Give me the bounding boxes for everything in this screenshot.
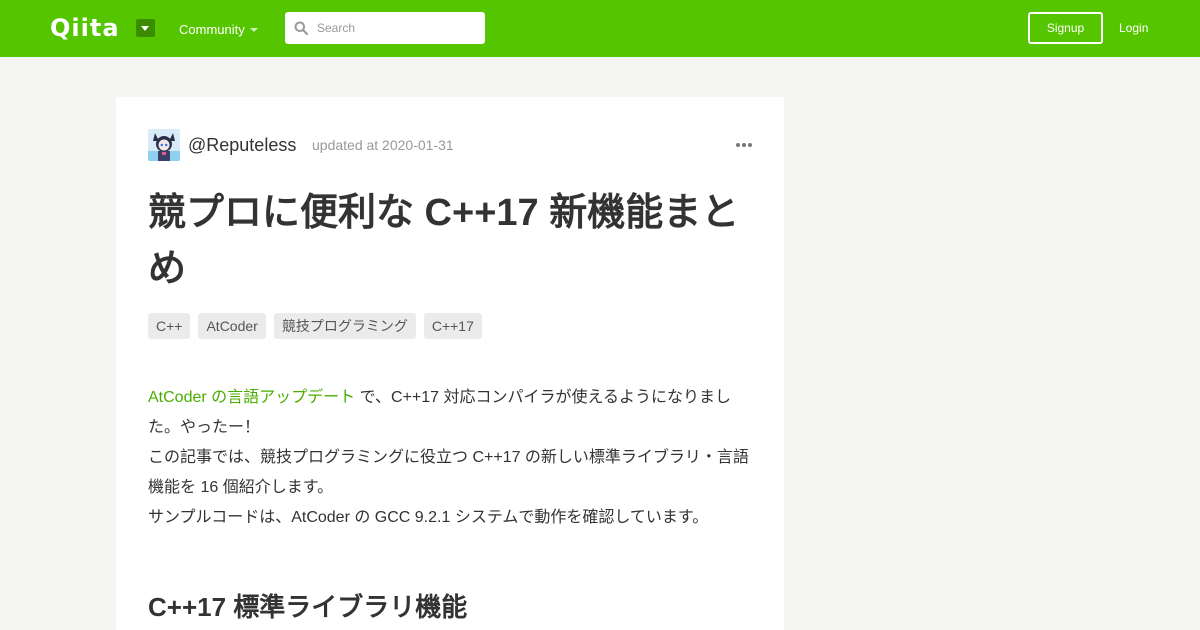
updated-date: updated at 2020-01-31 [312,137,454,153]
tag-competitive-programming[interactable]: 競技プログラミング [273,313,416,339]
section-heading: C++17 標準ライブラリ機能 [148,592,468,622]
search-input[interactable] [317,12,477,44]
signup-button[interactable]: Signup [1028,12,1103,44]
tag-cpp17[interactable]: C++17 [423,313,482,339]
article-body: AtCoder の言語アップデート で、C++17 対応コンパイラが使えるように… [148,383,760,533]
qiita-logo[interactable]: Qiita [50,13,120,43]
chevron-down-icon [250,28,258,32]
tag-atcoder[interactable]: AtCoder [198,313,266,339]
more-icon[interactable] [735,139,753,151]
article-title: 競プロに便利な C++17 新機能まとめ [148,192,740,290]
tag-cpp[interactable]: C++ [148,313,191,339]
avatar[interactable] [148,129,180,161]
tag-list: C++ AtCoder 競技プログラミング C++17 [148,313,482,339]
author-name[interactable]: @Reputeless [188,135,296,155]
atcoder-language-update-link[interactable]: AtCoder の言語アップデート [148,389,355,406]
article-card [116,97,784,630]
body-paragraph: AtCoder の言語アップデート で、C++17 対応コンパイラが使えるように… [148,383,760,443]
login-link[interactable]: Login [1119,20,1148,36]
body-line-3: サンプルコードは、AtCoder の GCC 9.2.1 システムで動作を確認し… [148,509,709,526]
community-menu[interactable]: Community [179,22,245,38]
body-line-2: この記事では、競技プログラミングに役立つ C++17 の新しい標準ライブラリ・言… [148,449,749,496]
logo-dropdown-button[interactable] [136,19,155,37]
search-icon [294,21,308,35]
